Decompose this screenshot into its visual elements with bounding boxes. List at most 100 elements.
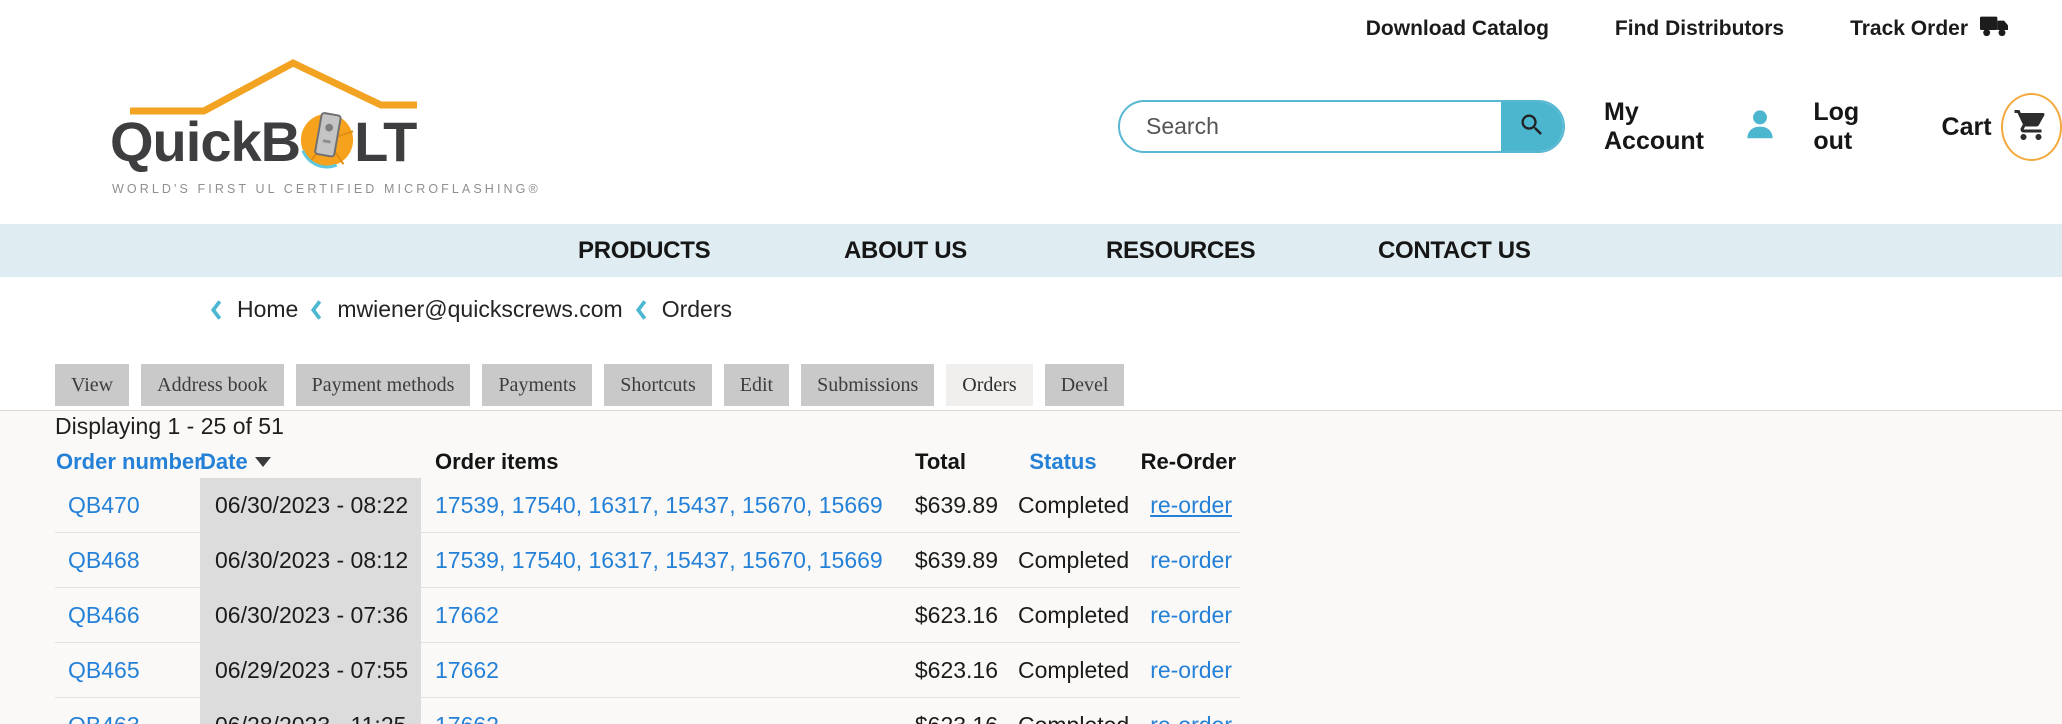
- tab[interactable]: Orders: [946, 364, 1032, 406]
- order-date: 06/29/2023 - 07:55: [200, 657, 421, 684]
- search-input[interactable]: [1120, 113, 1501, 140]
- tab[interactable]: View: [55, 364, 129, 406]
- order-items-cell: 17662: [421, 657, 883, 684]
- order-item-link[interactable]: 15437: [665, 547, 729, 573]
- find-distributors-link[interactable]: Find Distributors: [1615, 17, 1784, 41]
- order-item-link[interactable]: 16317: [589, 492, 653, 518]
- order-total: $623.16: [915, 712, 998, 724]
- breadcrumb-user-email[interactable]: mwiener@quickscrews.com: [337, 296, 622, 323]
- order-items-cell: 17662: [421, 712, 883, 724]
- order-item-link[interactable]: 15670: [742, 492, 806, 518]
- logo[interactable]: QuickB LT WORLD'S FIRST UL CERTIFIED MIC…: [110, 58, 470, 200]
- comma-separator: ,: [576, 547, 589, 573]
- order-item-link[interactable]: 17662: [435, 602, 499, 628]
- my-account-link[interactable]: My Account: [1604, 98, 1730, 156]
- tab[interactable]: Devel: [1045, 364, 1125, 406]
- logo-text-suffix: LT: [354, 109, 416, 174]
- user-icon: [1741, 106, 1779, 149]
- reorder-link[interactable]: re-order: [1150, 712, 1232, 724]
- order-number-link[interactable]: QB466: [68, 602, 140, 628]
- comma-separator: ,: [652, 547, 665, 573]
- track-order-label: Track Order: [1850, 17, 1968, 41]
- order-date: 06/30/2023 - 07:36: [200, 602, 421, 629]
- order-item-link[interactable]: 15669: [819, 492, 883, 518]
- search-icon: [1518, 111, 1546, 142]
- comma-separator: ,: [499, 547, 512, 573]
- order-status: Completed: [998, 712, 1128, 724]
- order-total: $639.89: [915, 492, 998, 519]
- order-item-link[interactable]: 15437: [665, 492, 729, 518]
- order-date: 06/30/2023 - 08:22: [200, 492, 421, 519]
- reorder-link[interactable]: re-order: [1150, 602, 1232, 628]
- table-header: Order number Date Order items Total Stat…: [55, 445, 1240, 478]
- chevron-left-icon: [210, 299, 223, 321]
- comma-separator: ,: [576, 492, 589, 518]
- logo-text-prefix: QuickB: [110, 109, 300, 174]
- tab[interactable]: Submissions: [801, 364, 934, 406]
- order-item-link[interactable]: 17539: [435, 492, 499, 518]
- order-item-link[interactable]: 15670: [742, 547, 806, 573]
- order-status: Completed: [998, 657, 1128, 684]
- order-items-cell: 17539, 17540, 16317, 15437, 15670, 15669: [421, 492, 883, 519]
- sort-order-number-link[interactable]: Order number: [55, 449, 200, 475]
- comma-separator: ,: [499, 492, 512, 518]
- tab[interactable]: Edit: [724, 364, 789, 406]
- order-item-link[interactable]: 17662: [435, 712, 499, 724]
- order-status: Completed: [998, 492, 1128, 519]
- bolt-icon: [298, 111, 356, 182]
- comma-separator: ,: [729, 547, 742, 573]
- order-items-cell: 17539, 17540, 16317, 15437, 15670, 15669: [421, 547, 883, 574]
- logo-wordmark: QuickB LT: [110, 106, 416, 177]
- order-status: Completed: [998, 547, 1128, 574]
- results-summary: Displaying 1 - 25 of 51: [55, 413, 284, 440]
- comma-separator: ,: [806, 492, 819, 518]
- track-order-link[interactable]: Track Order: [1850, 14, 2012, 44]
- download-catalog-link[interactable]: Download Catalog: [1366, 17, 1549, 41]
- sort-date-link[interactable]: Date: [200, 449, 248, 475]
- breadcrumb-home[interactable]: Home: [237, 296, 298, 323]
- order-number-link[interactable]: QB463: [68, 712, 140, 724]
- tab[interactable]: Address book: [141, 364, 284, 406]
- order-total: $623.16: [915, 657, 998, 684]
- chevron-left-icon: [310, 299, 323, 321]
- comma-separator: ,: [806, 547, 819, 573]
- nav-contact-us[interactable]: CONTACT US: [1378, 224, 1531, 277]
- order-total: $623.16: [915, 602, 998, 629]
- reorder-link[interactable]: re-order: [1150, 547, 1232, 573]
- order-number-link[interactable]: QB465: [68, 657, 140, 683]
- cart-button[interactable]: [2001, 93, 2062, 161]
- tab[interactable]: Shortcuts: [604, 364, 712, 406]
- nav-about-us[interactable]: ABOUT US: [844, 224, 967, 277]
- page: Download Catalog Find Distributors Track…: [0, 0, 2062, 724]
- order-item-link[interactable]: 15669: [819, 547, 883, 573]
- order-items-cell: 17662: [421, 602, 883, 629]
- search-bar: [1118, 100, 1565, 153]
- tab[interactable]: Payment methods: [296, 364, 471, 406]
- log-out-link[interactable]: Log out: [1813, 98, 1895, 156]
- tab[interactable]: Payments: [482, 364, 592, 406]
- cart-label[interactable]: Cart: [1942, 113, 1992, 142]
- search-button[interactable]: [1501, 100, 1563, 153]
- sort-status-link[interactable]: Status: [1029, 449, 1096, 475]
- utility-bar: Download Catalog Find Distributors Track…: [1366, 14, 2012, 44]
- account-bar: My Account Log out Cart: [1604, 93, 2062, 161]
- order-item-link[interactable]: 17539: [435, 547, 499, 573]
- order-date: 06/30/2023 - 08:12: [200, 547, 421, 574]
- order-item-link[interactable]: 17540: [512, 547, 576, 573]
- main-nav: PRODUCTS ABOUT US RESOURCES CONTACT US: [0, 224, 2062, 277]
- order-number-link[interactable]: QB468: [68, 547, 140, 573]
- order-item-link[interactable]: 17662: [435, 657, 499, 683]
- nav-products[interactable]: PRODUCTS: [578, 224, 710, 277]
- order-number-link[interactable]: QB470: [68, 492, 140, 518]
- sort-desc-icon: [255, 457, 271, 467]
- order-total: $639.89: [915, 547, 998, 574]
- breadcrumb-orders[interactable]: Orders: [662, 296, 732, 323]
- nav-resources[interactable]: RESOURCES: [1106, 224, 1255, 277]
- order-item-link[interactable]: 17540: [512, 492, 576, 518]
- orders-table: Order number Date Order items Total Stat…: [55, 445, 1240, 724]
- order-item-link[interactable]: 16317: [589, 547, 653, 573]
- account-tabs: View Address book Payment methods Paymen…: [55, 364, 1124, 406]
- column-reorder: Re-Order: [1141, 449, 1240, 475]
- reorder-link[interactable]: re-order: [1150, 492, 1232, 518]
- reorder-link[interactable]: re-order: [1150, 657, 1232, 683]
